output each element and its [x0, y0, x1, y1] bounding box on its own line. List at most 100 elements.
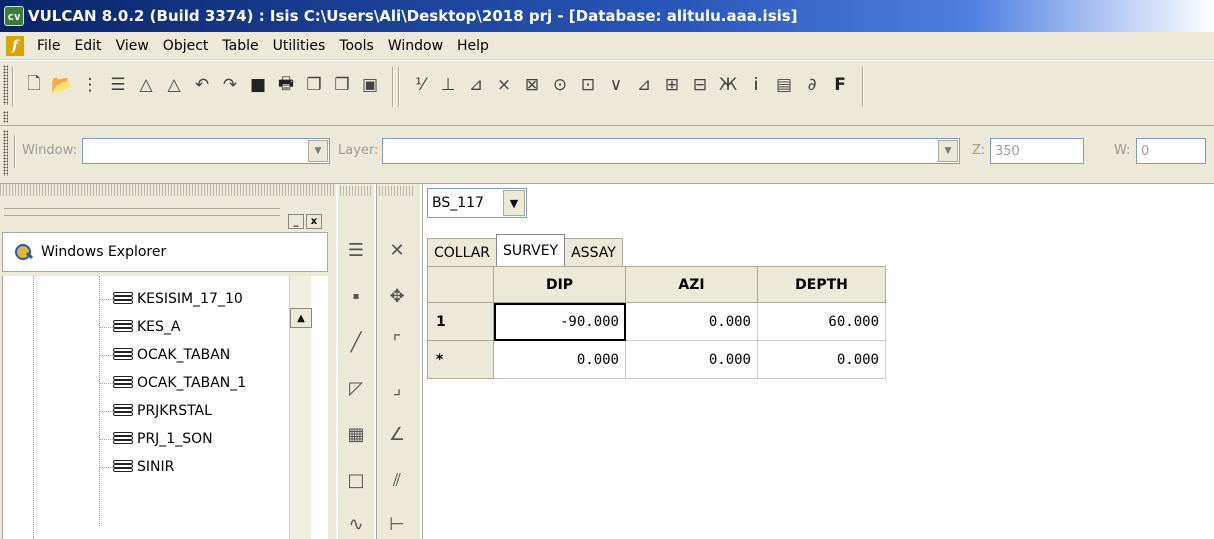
function-f-icon[interactable]: F [828, 73, 852, 97]
layer-select[interactable]: ▼ [382, 138, 960, 164]
tree-item[interactable]: SINIR [99, 456, 174, 478]
tree-item[interactable]: OCAK_TABAN_1 [99, 372, 246, 394]
delete-x-icon[interactable]: ✕ [383, 236, 411, 264]
tab-collar[interactable]: COLLAR [427, 238, 498, 266]
query-attribute-icon[interactable]: Ж [716, 73, 740, 97]
copy-window-icon[interactable]: ❐ [302, 73, 326, 97]
hole-id-select[interactable]: BS_117 ▼ [427, 188, 527, 218]
cell-dip[interactable]: -90.000 [493, 302, 626, 341]
tree-item-label: KESISIM_17_10 [137, 291, 243, 307]
query-volume-icon[interactable]: ⊞ [660, 73, 684, 97]
tree-item[interactable]: OCAK_TABAN [99, 344, 230, 366]
vulcan-app-icon[interactable]: cv [4, 6, 24, 26]
tree-item[interactable]: PRJKRSTAL [99, 400, 212, 422]
query-point-icon[interactable]: × [492, 73, 516, 97]
new-file-icon[interactable]: 🗋 [22, 73, 46, 97]
print-icon[interactable]: 🖶 [274, 73, 298, 97]
column-header-depth[interactable]: DEPTH [757, 266, 886, 303]
cell-depth[interactable]: 60.000 [757, 302, 886, 341]
chevron-down-icon[interactable]: ▼ [938, 140, 958, 162]
query-circle-icon[interactable]: ⊙ [548, 73, 572, 97]
layers-icon[interactable]: ☰ [106, 73, 130, 97]
toolbar-separator [392, 67, 394, 107]
tree-item-label: PRJKRSTAL [137, 403, 212, 419]
query-link-icon[interactable]: ∂ [800, 73, 824, 97]
z-value-field[interactable]: 350 [990, 138, 1084, 164]
query-angle-icon[interactable]: ∨ [604, 73, 628, 97]
query-distance-icon[interactable]: ⊥ [436, 73, 460, 97]
column-header-azi[interactable]: AZI [625, 266, 758, 303]
query-xy-icon[interactable]: ⅟ [408, 73, 432, 97]
strip-grip[interactable] [340, 186, 372, 196]
corner-edit-icon[interactable]: ⌜ [383, 328, 411, 356]
query-slope-icon[interactable]: ⊿ [464, 73, 488, 97]
break-line-icon[interactable]: ⫽ [383, 466, 411, 494]
triangle-edit-icon[interactable]: △ [134, 73, 158, 97]
curve-icon[interactable]: ∿ [342, 510, 370, 538]
tree-item[interactable]: PRJ_1_SON [99, 428, 213, 450]
line-icon[interactable]: ╱ [342, 328, 370, 356]
point-icon[interactable]: ▪ [342, 282, 370, 310]
toolbar-grip[interactable] [3, 65, 8, 105]
chevron-down-icon[interactable]: ▼ [503, 190, 525, 216]
query-info-icon[interactable]: ⅰ [744, 73, 768, 97]
tree-item[interactable]: KESISIM_17_10 [99, 288, 243, 310]
redo-icon[interactable]: ↷ [218, 73, 242, 97]
document-icon[interactable]: f [6, 35, 24, 56]
tree-item[interactable]: KES_A [99, 316, 181, 338]
strip-grip[interactable] [379, 186, 413, 196]
insert-point-icon[interactable]: ⌟ [383, 374, 411, 402]
windows-explorer-header[interactable]: Windows Explorer [2, 232, 328, 272]
grid-corner[interactable] [427, 266, 494, 303]
pattern-icon[interactable]: ▦ [342, 420, 370, 448]
paste-window-icon[interactable]: ❐ [330, 73, 354, 97]
fill-rect-icon[interactable]: ■ [246, 73, 270, 97]
cell-azi[interactable]: 0.000 [625, 340, 758, 379]
menu-window[interactable]: Window [381, 38, 450, 54]
menu-table[interactable]: Table [215, 38, 265, 54]
split-icon[interactable]: ⊢ [383, 510, 411, 538]
menu-view[interactable]: View [109, 38, 156, 54]
tree-scrollbar[interactable]: ▲ [289, 276, 312, 539]
menu-object[interactable]: Object [156, 38, 216, 54]
menu-file[interactable]: File [30, 38, 67, 54]
table-row: 1 -90.000 0.000 60.000 [427, 302, 886, 341]
triangle-star-icon[interactable]: △ [162, 73, 186, 97]
w-value-field[interactable]: 0 [1136, 138, 1206, 164]
panel-grip[interactable] [0, 184, 336, 196]
window-select[interactable]: ▼ [82, 138, 330, 164]
tab-assay[interactable]: ASSAY [564, 238, 623, 266]
menu-edit[interactable]: Edit [67, 38, 108, 54]
move-icon[interactable]: ✥ [383, 282, 411, 310]
menu-utilities[interactable]: Utilities [266, 38, 333, 54]
layer-add-icon[interactable]: ☰ [342, 236, 370, 264]
menu-tools[interactable]: Tools [332, 38, 381, 54]
menu-help[interactable]: Help [450, 38, 496, 54]
column-header-dip[interactable]: DIP [493, 266, 626, 303]
scroll-up-icon[interactable]: ▲ [290, 308, 312, 328]
query-grid-icon[interactable]: ⊡ [576, 73, 600, 97]
open-folder-icon[interactable]: 📂 [50, 73, 74, 97]
data-entry-area: BS_117 ▼ COLLAR SURVEY ASSAY DIP AZI DEP… [422, 184, 1214, 539]
row-header[interactable]: 1 [427, 302, 494, 341]
rectangle-icon[interactable]: □ [342, 466, 370, 494]
query-surface-icon[interactable]: ⊟ [688, 73, 712, 97]
row-header[interactable]: * [427, 340, 494, 379]
chevron-down-icon[interactable]: ▼ [308, 140, 328, 162]
query-triangle-icon[interactable]: ⊿ [632, 73, 656, 97]
toolbar-grip[interactable] [3, 111, 8, 123]
close-button[interactable]: x [306, 214, 322, 229]
layer-tree-icon[interactable]: ⋮ [78, 73, 102, 97]
cell-dip[interactable]: 0.000 [493, 340, 626, 379]
query-area-icon[interactable]: ⊠ [520, 73, 544, 97]
save-image-icon[interactable]: ▣ [358, 73, 382, 97]
toolbar-grip[interactable] [3, 130, 8, 176]
bend-icon[interactable]: ∠ [383, 420, 411, 448]
polygon-icon[interactable]: ◸ [342, 374, 370, 402]
undo-icon[interactable]: ↶ [190, 73, 214, 97]
tab-survey[interactable]: SURVEY [496, 234, 566, 266]
minimize-button[interactable]: _ [288, 214, 304, 229]
cell-depth[interactable]: 0.000 [757, 340, 886, 379]
query-document-icon[interactable]: ▤ [772, 73, 796, 97]
cell-azi[interactable]: 0.000 [625, 302, 758, 341]
